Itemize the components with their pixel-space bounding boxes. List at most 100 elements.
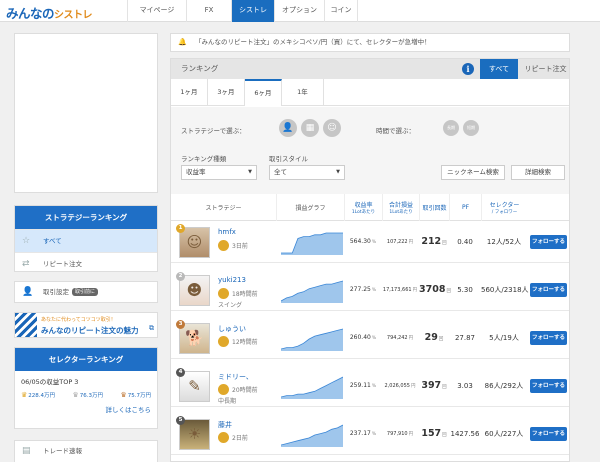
trades-cell: 157回 [419,413,449,455]
return-rate-unit: % [371,432,377,437]
strategy-ranking-menu: ストラテジーランキング ☆ すべて ⇄ リピート注文 [14,205,158,272]
building-filter-icon[interactable]: ▦ [301,119,319,137]
ranking-type-select[interactable]: 収益率 ▼ [181,165,257,180]
follow-button[interactable]: フォローする [530,427,567,441]
tab-repeat-order[interactable]: リピート注文 [520,59,569,79]
updated-text: 18時間前 [232,291,258,298]
table-row[interactable]: 5 ☀ 藤井 2日前 237.17% 797,910円 157回 1427.56… [171,413,569,455]
strategy-name[interactable]: hmfx [218,228,236,236]
person-filter-icon[interactable]: 👤 [279,119,297,137]
period-tab-1y[interactable]: 1年 [282,79,324,106]
col-return-rate[interactable]: 収益率 1Lotあたり [344,194,382,221]
strategy-name[interactable]: yuki213 [218,276,246,284]
pf-cell: 27.87 [454,334,476,342]
return-rate-value: 260.40 [349,334,371,341]
col-selectors[interactable]: セレクター / フォロワー [481,194,527,221]
details-link[interactable]: 詳しくはこちら [15,399,157,419]
notice-bar[interactable]: 🔔 「みんなのリピート注文」のメキシコペソ/円（買）にて、セレクターが急増中！ [170,33,570,52]
return-rate-cell: 564.30% [345,221,381,263]
period-tab-6m[interactable]: 6ヶ月 [245,79,282,106]
repeat-order-banner[interactable]: あなたに代わってコツコツ取引！ みんなのリピート注文の魅力 ⧉ [14,312,158,338]
total-pl-cell: 2,026,055円 [382,365,418,407]
return-rate-value: 564.30 [349,238,371,245]
return-rate-unit: % [371,240,377,245]
nav-option[interactable]: オプション [274,0,324,22]
long-term-filter-button[interactable]: 長期 [443,120,459,136]
strategy-updated: 18時間前 [218,288,258,299]
col-strategy: ストラテジー [171,194,276,221]
table-row[interactable]: 3 🐕 しゅうい 12時間前 260.40% 794,242円 29回 27.8… [171,317,569,359]
return-rate-unit: % [371,384,377,389]
strategy-ranking-title: ストラテジーランキング [15,206,157,229]
trades-unit: 回 [442,241,447,246]
top3-title: 06/05の収益TOP 3 [21,378,79,386]
table-row[interactable]: 2 ☻ yuki213 18時間前 スイング 277.25% 17,173,66… [171,269,569,311]
return-rate-value: 277.25 [349,286,371,293]
period-tab-3m[interactable]: 3ヶ月 [208,79,245,106]
col-label: ストラテジー [205,205,242,212]
trade-settings-badge: 取引前に [72,288,99,296]
period-tab-1m[interactable]: 1ヶ月 [171,79,208,106]
return-rate-cell: 237.17% [345,413,381,455]
follow-button[interactable]: フォローする [530,235,567,249]
top3-item-2: ♛76.3万円 [72,391,103,399]
nav-systre[interactable]: シストレ [231,0,274,22]
total-pl-value: 794,242 [386,335,408,341]
info-icon[interactable]: i [462,63,474,75]
strategy-name[interactable]: ミドリー、 [218,372,253,382]
holding-filter-label: 時間で選ぶ： [376,127,415,135]
col-sublabel: / フォロワー [491,210,518,215]
col-total-pl[interactable]: 合計損益 1Lotあたり [382,194,419,221]
short-term-filter-button[interactable]: 短期 [463,120,479,136]
table-row[interactable]: 1 ☺ hmfx 3日前 564.30% 107,222円 212回 0.40 … [171,221,569,263]
strategy-updated: 20時間前 [218,384,258,395]
user-icon: 👤 [22,287,34,297]
site-logo[interactable]: みんなのシストレ [6,3,93,22]
col-pf[interactable]: PF [449,194,481,221]
trade-style-select[interactable]: 全て ▼ [269,165,345,180]
updated-text: 2日前 [232,435,248,442]
strategy-name[interactable]: しゅうい [218,324,246,334]
trade-settings-label: 取引設定 [43,288,69,296]
nav-fx[interactable]: FX [186,0,231,22]
trades-value: 29 [424,332,438,343]
detail-search-button[interactable]: 詳細検索 [511,165,565,180]
strategy-updated: 12時間前 [218,336,258,347]
trades-unit: 回 [442,433,447,438]
follow-button[interactable]: フォローする [530,379,567,393]
col-trades[interactable]: 取引回数 [419,194,449,221]
nickname-search-button[interactable]: ニックネーム検索 [441,165,505,180]
updated-text: 12時間前 [232,339,258,346]
robot-filter-icon[interactable]: ☺ [323,119,341,137]
col-sublabel: 1Lotあたり [389,210,413,215]
strategy-name[interactable]: 藤井 [218,420,232,430]
top3-item-1: ♛228.4万円 [21,391,55,399]
total-pl-cell: 107,222円 [382,221,418,263]
sidebar-item-repeat[interactable]: ⇄ リピート注文 [15,252,157,275]
sidebar-ad-space [14,33,158,193]
ranking-title: ランキング [181,64,219,73]
follow-button[interactable]: フォローする [530,331,567,345]
total-pl-value: 797,910 [386,431,408,437]
trade-summary-row: ▤ トレード速報 [15,441,157,461]
table-row[interactable]: 4 ✎ ミドリー、 20時間前 中長期 259.11% 2,026,055円 3… [171,365,569,407]
tab-all[interactable]: すべて [480,59,518,79]
trade-settings-link[interactable]: 👤 取引設定 取引前に [14,281,158,303]
return-rate-unit: % [371,336,377,341]
nav-coin[interactable]: コイン [324,0,358,22]
updated-text: 3日前 [232,243,248,250]
sidebar-item-all[interactable]: ☆ すべて [15,229,157,252]
col-label: 損益グラフ [295,205,326,212]
table-header: ストラテジー 損益グラフ 収益率 1Lotあたり 合計損益 1Lotあたり 取引回数… [171,194,569,221]
col-label: セレクター [489,202,520,209]
strategy-style: スイング [218,302,243,309]
pl-sparkline [281,232,343,255]
trade-settings-row: 👤 取引設定 取引前に [15,282,157,302]
trade-summary-link[interactable]: ▤ トレード速報 [14,440,158,462]
follow-button[interactable]: フォローする [530,283,567,297]
chevron-down-icon: ▼ [248,169,252,175]
total-pl-cell: 794,242円 [382,317,418,359]
chevron-down-icon: ▼ [336,169,340,175]
main-nav: マイページ FX シストレ オプション コイン [127,0,358,22]
nav-mypage[interactable]: マイページ [127,0,186,22]
